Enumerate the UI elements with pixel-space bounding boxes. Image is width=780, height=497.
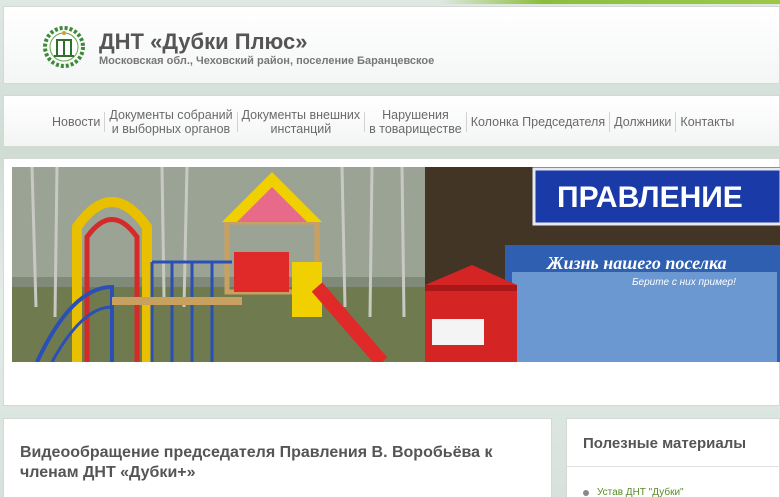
board-sign-text: ПРАВЛЕНИЕ — [557, 181, 743, 214]
sidebar-link-charter[interactable]: Устав ДНТ "Дубки" — [583, 487, 684, 497]
nav-item-meeting-documents[interactable]: Документы собраний и выборных органов — [105, 108, 236, 136]
top-accent-line — [440, 0, 780, 4]
main-navigation: Новости Документы собраний и выборных орг… — [3, 95, 780, 147]
poster-subtitle-text: Берите с них пример! — [632, 277, 736, 288]
article-panel: Видеообращение председателя Правления В.… — [3, 418, 552, 497]
oak-wreath-emblem-icon[interactable] — [42, 25, 86, 69]
bullet-icon — [583, 489, 589, 496]
nav-item-debtors[interactable]: Должники — [610, 115, 675, 129]
poster-title-text: Жизнь нашего поселка — [545, 253, 727, 273]
site-subtitle: Московская обл., Чеховский район, поселе… — [99, 55, 435, 67]
banner-panel: ПРАВЛЕНИЕ Жизнь нашего поселка Берите с … — [3, 158, 780, 406]
nav-item-violations[interactable]: Нарушения в товариществе — [365, 108, 466, 136]
article-title[interactable]: Видеообращение председателя Правления В.… — [20, 443, 520, 483]
sidebar-divider — [567, 466, 780, 467]
nav-item-chairman-column[interactable]: Колонка Председателя — [467, 115, 609, 129]
site-header: ДНТ «Дубки Плюс» Московская обл., Чеховс… — [3, 6, 780, 84]
sidebar-panel: Полезные материалы Устав ДНТ "Дубки" — [566, 418, 780, 497]
banner-image: ПРАВЛЕНИЕ Жизнь нашего поселка Берите с … — [12, 167, 780, 362]
nav-item-contacts[interactable]: Контакты — [676, 115, 738, 129]
nav-item-external-documents[interactable]: Документы внешних инстанций — [238, 108, 365, 136]
site-title[interactable]: ДНТ «Дубки Плюс» — [99, 29, 308, 55]
nav-item-news[interactable]: Новости — [48, 115, 104, 129]
sidebar-link-label[interactable]: Устав ДНТ "Дубки" — [597, 487, 684, 497]
sidebar-title: Полезные материалы — [583, 435, 747, 452]
